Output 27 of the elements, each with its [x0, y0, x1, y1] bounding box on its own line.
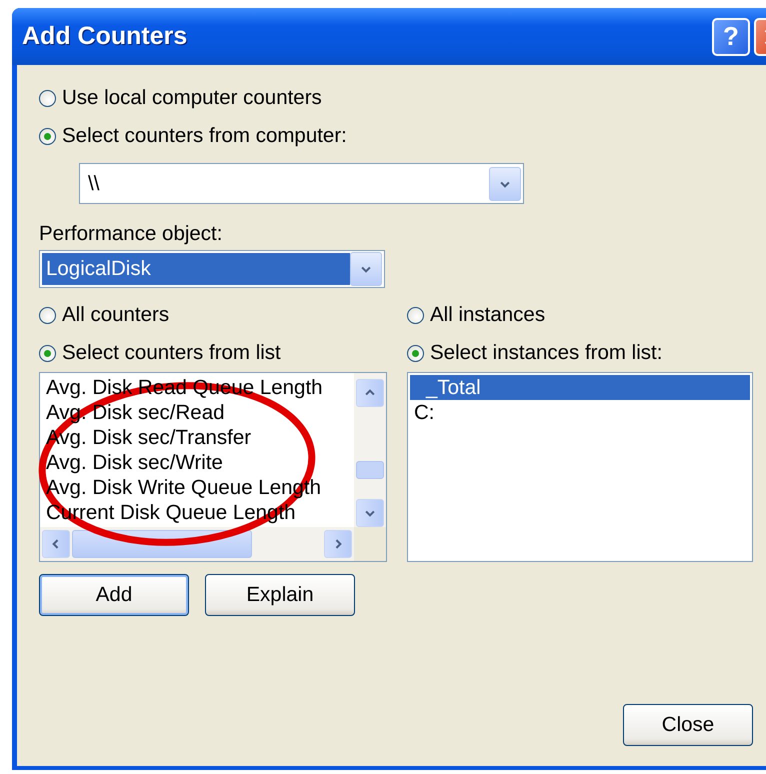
- close-dialog-button[interactable]: Close: [623, 704, 753, 746]
- radio-label[interactable]: Select counters from computer:: [62, 124, 347, 148]
- computer-combo[interactable]: \\: [79, 163, 524, 204]
- performance-object-combo[interactable]: LogicalDisk: [39, 250, 385, 288]
- list-item[interactable]: _Total: [410, 375, 750, 400]
- radio-label[interactable]: Use local computer counters: [62, 86, 322, 110]
- scrollbar-corner: [354, 527, 386, 561]
- radio-button[interactable]: [407, 306, 424, 324]
- radio-button[interactable]: [39, 90, 56, 106]
- instance-list[interactable]: _Total C:: [407, 372, 753, 562]
- scrollbar-thumb[interactable]: [356, 461, 384, 479]
- radio-label[interactable]: All instances: [430, 303, 546, 327]
- dialog-button[interactable]: Explain: [205, 574, 355, 616]
- dialog-button[interactable]: Add: [39, 574, 189, 616]
- radio-button[interactable]: [39, 344, 56, 362]
- radio-button[interactable]: [407, 344, 424, 362]
- radio-button[interactable]: [39, 306, 56, 324]
- radio-label[interactable]: Select counters from list: [62, 341, 281, 365]
- radio-button[interactable]: [39, 128, 56, 144]
- help-button[interactable]: ?: [712, 18, 750, 56]
- list-item[interactable]: Avg. Disk sec/Write: [44, 450, 354, 475]
- list-item[interactable]: C:: [410, 400, 750, 425]
- window-title: Add Counters: [22, 22, 188, 51]
- radio-label[interactable]: Select instances from list:: [430, 341, 662, 365]
- vertical-scrollbar[interactable]: [354, 373, 386, 527]
- field-label: Performance object:: [39, 222, 224, 247]
- radio-label[interactable]: All counters: [62, 303, 170, 327]
